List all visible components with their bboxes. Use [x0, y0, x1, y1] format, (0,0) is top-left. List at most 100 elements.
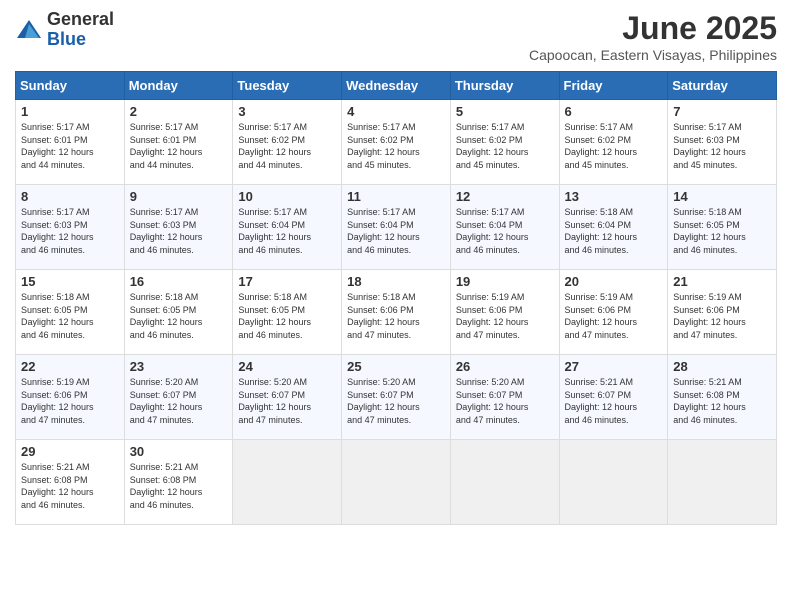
- calendar-day-cell: 29Sunrise: 5:21 AM Sunset: 6:08 PM Dayli…: [16, 440, 125, 525]
- day-number: 2: [130, 104, 228, 119]
- calendar-week-row: 29 Sunrise: 5:21 AM Sunset: 6:08 PM Dayli…: [16, 440, 777, 525]
- calendar-day-cell: 28 Sunrise: 5:21 AM Sunset: 6:08 PM Dayli…: [668, 355, 777, 440]
- day-number: 9: [130, 189, 228, 204]
- calendar-day-cell: 25 Sunrise: 5:20 AM Sunset: 6:07 PM Dayli…: [342, 355, 451, 440]
- day-number: 23: [130, 359, 228, 374]
- calendar-day-cell: 30 Sunrise: 5:21 AM Sunset: 6:08 PM Dayli…: [124, 440, 233, 525]
- day-info: Sunrise: 5:17 AM Sunset: 6:02 PM Dayligh…: [238, 121, 336, 171]
- day-number: 16: [130, 274, 228, 289]
- day-info: Sunrise: 5:17 AM Sunset: 6:01 PM Dayligh…: [130, 121, 228, 171]
- day-number: 25: [347, 359, 445, 374]
- calendar-day-cell: 13Sunrise: 5:18 AM Sunset: 6:04 PM Dayli…: [559, 185, 668, 270]
- calendar-day-cell: 4 Sunrise: 5:17 AM Sunset: 6:02 PM Daylig…: [342, 100, 451, 185]
- day-number: 1: [21, 104, 119, 119]
- calendar-day-cell: 14Sunrise: 5:18 AM Sunset: 6:05 PM Dayli…: [668, 185, 777, 270]
- title-area: June 2025 Capoocan, Eastern Visayas, Phi…: [529, 10, 777, 63]
- day-info: Sunrise: 5:19 AM Sunset: 6:06 PM Dayligh…: [21, 376, 119, 426]
- day-info: Sunrise: 5:21 AM Sunset: 6:07 PM Dayligh…: [565, 376, 663, 426]
- col-thursday: Thursday: [450, 72, 559, 100]
- calendar-day-cell: [559, 440, 668, 525]
- day-info: Sunrise: 5:19 AM Sunset: 6:06 PM Dayligh…: [673, 291, 771, 341]
- calendar-day-cell: 23 Sunrise: 5:20 AM Sunset: 6:07 PM Dayli…: [124, 355, 233, 440]
- calendar-day-cell: 24Sunrise: 5:20 AM Sunset: 6:07 PM Dayli…: [233, 355, 342, 440]
- day-info: Sunrise: 5:19 AM Sunset: 6:06 PM Dayligh…: [565, 291, 663, 341]
- day-info: Sunrise: 5:18 AM Sunset: 6:04 PM Dayligh…: [565, 206, 663, 256]
- logo-general: General: [47, 9, 114, 29]
- calendar-week-row: 1 Sunrise: 5:17 AM Sunset: 6:01 PM Daylig…: [16, 100, 777, 185]
- day-info: Sunrise: 5:20 AM Sunset: 6:07 PM Dayligh…: [456, 376, 554, 426]
- calendar-day-cell: 19Sunrise: 5:19 AM Sunset: 6:06 PM Dayli…: [450, 270, 559, 355]
- day-number: 7: [673, 104, 771, 119]
- day-info: Sunrise: 5:17 AM Sunset: 6:03 PM Dayligh…: [21, 206, 119, 256]
- day-info: Sunrise: 5:17 AM Sunset: 6:03 PM Dayligh…: [673, 121, 771, 171]
- calendar: Sunday Monday Tuesday Wednesday Thursday…: [15, 71, 777, 525]
- day-number: 3: [238, 104, 336, 119]
- day-number: 12: [456, 189, 554, 204]
- day-info: Sunrise: 5:18 AM Sunset: 6:05 PM Dayligh…: [130, 291, 228, 341]
- header: General Blue June 2025 Capoocan, Eastern…: [15, 10, 777, 63]
- calendar-day-cell: 22Sunrise: 5:19 AM Sunset: 6:06 PM Dayli…: [16, 355, 125, 440]
- day-info: Sunrise: 5:21 AM Sunset: 6:08 PM Dayligh…: [130, 461, 228, 511]
- day-info: Sunrise: 5:18 AM Sunset: 6:05 PM Dayligh…: [21, 291, 119, 341]
- calendar-week-row: 22Sunrise: 5:19 AM Sunset: 6:06 PM Dayli…: [16, 355, 777, 440]
- day-number: 30: [130, 444, 228, 459]
- day-info: Sunrise: 5:17 AM Sunset: 6:04 PM Dayligh…: [347, 206, 445, 256]
- calendar-day-cell: 1Sunrise: 5:17 AM Sunset: 6:01 PM Daylig…: [16, 100, 125, 185]
- day-info: Sunrise: 5:20 AM Sunset: 6:07 PM Dayligh…: [130, 376, 228, 426]
- calendar-day-cell: 5 Sunrise: 5:17 AM Sunset: 6:02 PM Daylig…: [450, 100, 559, 185]
- calendar-day-cell: 21 Sunrise: 5:19 AM Sunset: 6:06 PM Dayli…: [668, 270, 777, 355]
- day-info: Sunrise: 5:17 AM Sunset: 6:02 PM Dayligh…: [456, 121, 554, 171]
- calendar-day-cell: 26 Sunrise: 5:20 AM Sunset: 6:07 PM Dayli…: [450, 355, 559, 440]
- day-number: 18: [347, 274, 445, 289]
- day-info: Sunrise: 5:17 AM Sunset: 6:04 PM Dayligh…: [456, 206, 554, 256]
- day-info: Sunrise: 5:18 AM Sunset: 6:06 PM Dayligh…: [347, 291, 445, 341]
- day-number: 6: [565, 104, 663, 119]
- day-number: 15: [21, 274, 119, 289]
- calendar-day-cell: 8 Sunrise: 5:17 AM Sunset: 6:03 PM Daylig…: [16, 185, 125, 270]
- day-number: 26: [456, 359, 554, 374]
- calendar-day-cell: 11 Sunrise: 5:17 AM Sunset: 6:04 PM Dayli…: [342, 185, 451, 270]
- calendar-day-cell: 18 Sunrise: 5:18 AM Sunset: 6:06 PM Dayli…: [342, 270, 451, 355]
- calendar-day-cell: 16 Sunrise: 5:18 AM Sunset: 6:05 PM Dayli…: [124, 270, 233, 355]
- day-number: 21: [673, 274, 771, 289]
- col-sunday: Sunday: [16, 72, 125, 100]
- calendar-header-row: Sunday Monday Tuesday Wednesday Thursday…: [16, 72, 777, 100]
- calendar-day-cell: [450, 440, 559, 525]
- col-wednesday: Wednesday: [342, 72, 451, 100]
- day-info: Sunrise: 5:18 AM Sunset: 6:05 PM Dayligh…: [673, 206, 771, 256]
- day-number: 20: [565, 274, 663, 289]
- logo-icon: [15, 16, 43, 44]
- day-info: Sunrise: 5:20 AM Sunset: 6:07 PM Dayligh…: [347, 376, 445, 426]
- day-info: Sunrise: 5:17 AM Sunset: 6:03 PM Dayligh…: [130, 206, 228, 256]
- day-number: 10: [238, 189, 336, 204]
- calendar-day-cell: [668, 440, 777, 525]
- calendar-week-row: 15 Sunrise: 5:18 AM Sunset: 6:05 PM Dayli…: [16, 270, 777, 355]
- col-friday: Friday: [559, 72, 668, 100]
- calendar-day-cell: 17 Sunrise: 5:18 AM Sunset: 6:05 PM Dayli…: [233, 270, 342, 355]
- main-title: June 2025: [529, 10, 777, 47]
- calendar-day-cell: 10 Sunrise: 5:17 AM Sunset: 6:04 PM Dayli…: [233, 185, 342, 270]
- col-monday: Monday: [124, 72, 233, 100]
- calendar-day-cell: 3 Sunrise: 5:17 AM Sunset: 6:02 PM Daylig…: [233, 100, 342, 185]
- calendar-week-row: 8 Sunrise: 5:17 AM Sunset: 6:03 PM Daylig…: [16, 185, 777, 270]
- day-info: Sunrise: 5:17 AM Sunset: 6:02 PM Dayligh…: [565, 121, 663, 171]
- calendar-day-cell: 9 Sunrise: 5:17 AM Sunset: 6:03 PM Daylig…: [124, 185, 233, 270]
- col-tuesday: Tuesday: [233, 72, 342, 100]
- day-info: Sunrise: 5:17 AM Sunset: 6:04 PM Dayligh…: [238, 206, 336, 256]
- day-info: Sunrise: 5:21 AM Sunset: 6:08 PM Dayligh…: [673, 376, 771, 426]
- day-number: 11: [347, 189, 445, 204]
- logo-blue: Blue: [47, 29, 86, 49]
- day-number: 5: [456, 104, 554, 119]
- calendar-day-cell: 7 Sunrise: 5:17 AM Sunset: 6:03 PM Daylig…: [668, 100, 777, 185]
- day-info: Sunrise: 5:18 AM Sunset: 6:05 PM Dayligh…: [238, 291, 336, 341]
- day-number: 8: [21, 189, 119, 204]
- calendar-day-cell: 12 Sunrise: 5:17 AM Sunset: 6:04 PM Dayli…: [450, 185, 559, 270]
- day-number: 29: [21, 444, 119, 459]
- logo-text: General Blue: [47, 10, 114, 50]
- day-info: Sunrise: 5:17 AM Sunset: 6:02 PM Dayligh…: [347, 121, 445, 171]
- day-number: 17: [238, 274, 336, 289]
- day-number: 19: [456, 274, 554, 289]
- col-saturday: Saturday: [668, 72, 777, 100]
- day-number: 28: [673, 359, 771, 374]
- day-number: 4: [347, 104, 445, 119]
